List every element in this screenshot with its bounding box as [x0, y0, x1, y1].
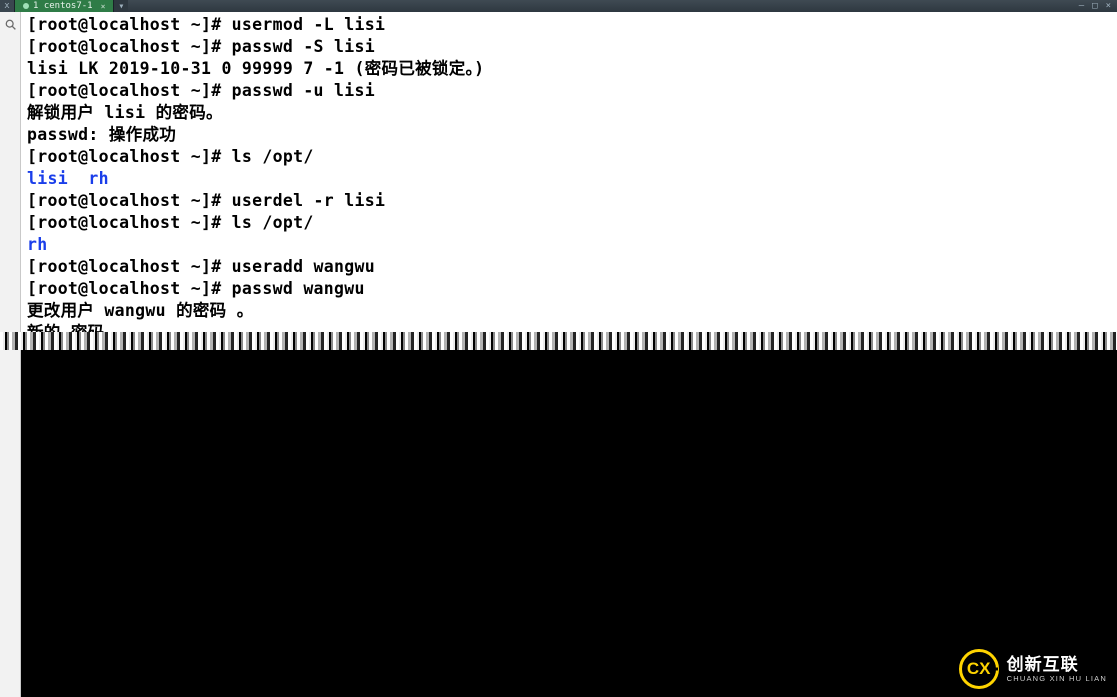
render-artifact [0, 332, 1117, 350]
terminal-text: 解锁用户 lisi 的密码。 [27, 103, 223, 122]
terminal-line: 更改用户 wangwu 的密码 。 [27, 300, 1111, 322]
chevron-down-icon: ▾ [118, 1, 124, 12]
terminal-text: [root@localhost ~]# usermod -L lisi [27, 15, 385, 34]
terminal-text: 更改用户 wangwu 的密码 。 [27, 301, 254, 320]
tab-active[interactable]: 1 centos7-1 × [15, 0, 114, 12]
app-window: x 1 centos7-1 × ▾ — □ × [root@localhost … [0, 0, 1117, 697]
terminal-line: [root@localhost ~]# usermod -L lisi [27, 14, 1111, 36]
terminal-text: passwd: 操作成功 [27, 125, 176, 144]
terminal-line: [root@localhost ~]# passwd -u lisi [27, 80, 1111, 102]
watermark: CX 创新互联 CHUANG XIN HU LIAN [959, 649, 1107, 689]
terminal-line: lisi rh [27, 168, 1111, 190]
window-maximize-button[interactable]: □ [1092, 1, 1097, 11]
watermark-badge-icon: CX [959, 649, 999, 689]
tab-status-dot-icon [23, 3, 29, 9]
terminal-line: [root@localhost ~]# userdel -r lisi [27, 190, 1111, 212]
tab-label: 1 centos7-1 [33, 1, 93, 11]
window-minimize-button[interactable]: — [1079, 1, 1084, 11]
terminal-line: [root@localhost ~]# passwd wangwu [27, 278, 1111, 300]
tabs-close-all[interactable]: x [0, 0, 15, 12]
close-icon: x [4, 1, 9, 11]
terminal-line: [root@localhost ~]# useradd wangwu [27, 256, 1111, 278]
search-icon[interactable] [4, 16, 17, 35]
terminal-line: lisi LK 2019-10-31 0 99999 7 -1 (密码已被锁定。… [27, 58, 1111, 80]
terminal-output[interactable]: [root@localhost ~]# usermod -L lisi [root… [21, 12, 1117, 332]
terminal-line: 解锁用户 lisi 的密码。 [27, 102, 1111, 124]
terminal-text: [root@localhost ~]# passwd -u lisi [27, 81, 375, 100]
terminal-text: [root@localhost ~]# passwd -S lisi [27, 37, 375, 56]
terminal-text: [root@localhost ~]# ls /opt/ [27, 147, 314, 166]
terminal-text [68, 169, 88, 188]
terminal-text: [root@localhost ~]# userdel -r lisi [27, 191, 385, 210]
left-gutter [0, 12, 21, 697]
window-controls: — □ × [1073, 0, 1117, 12]
terminal-line: [root@localhost ~]# ls /opt/ [27, 146, 1111, 168]
terminal-text: [root@localhost ~]# ls /opt/ [27, 213, 314, 232]
terminal-text: [root@localhost ~]# passwd wangwu [27, 279, 365, 298]
terminal-text: rh [27, 235, 47, 254]
window-close-button[interactable]: × [1106, 1, 1111, 11]
terminal-line: [root@localhost ~]# ls /opt/ [27, 212, 1111, 234]
tab-close-icon[interactable]: × [101, 2, 106, 11]
tab-add-button[interactable]: ▾ [114, 0, 128, 12]
terminal-line: [root@localhost ~]# passwd -S lisi [27, 36, 1111, 58]
watermark-text-cn: 创新互联 [1007, 656, 1107, 673]
terminal-text: rh [88, 169, 108, 188]
terminal-text: lisi LK 2019-10-31 0 99999 7 -1 (密码已被锁定。… [27, 59, 484, 78]
terminal-text: lisi [27, 169, 68, 188]
terminal-line: passwd: 操作成功 [27, 124, 1111, 146]
terminal-text: [root@localhost ~]# useradd wangwu [27, 257, 375, 276]
watermark-text-en: CHUANG XIN HU LIAN [1007, 675, 1107, 683]
terminal-line: rh [27, 234, 1111, 256]
